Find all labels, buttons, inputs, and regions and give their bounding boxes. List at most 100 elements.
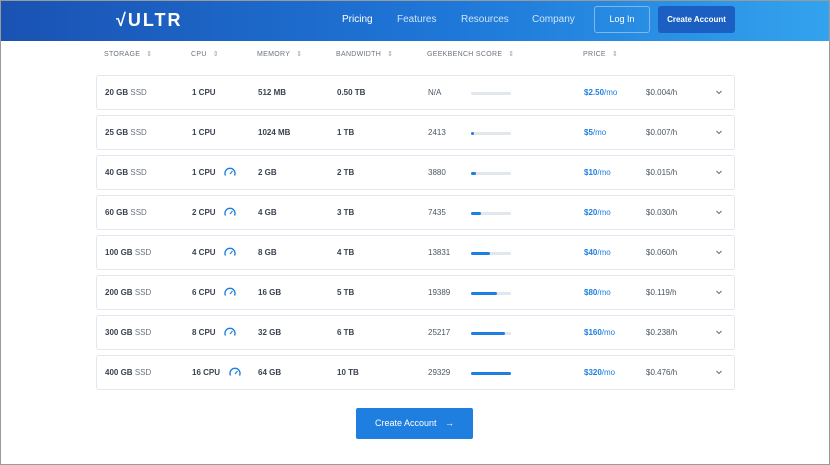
storage-cell: 20 GB SSD — [105, 76, 147, 109]
performance-gauge-icon — [224, 287, 236, 296]
price-hourly: $0.238/h — [646, 328, 678, 337]
performance-gauge-icon — [224, 327, 236, 336]
geekbench-bar-fill — [471, 252, 490, 255]
column-header-price[interactable]: PRICE ⇕ — [583, 50, 618, 58]
price-value: $5 — [584, 128, 593, 137]
performance-gauge-icon — [224, 167, 236, 176]
create-account-label: Create Account — [374, 418, 437, 428]
chevron-down-icon[interactable] — [715, 88, 723, 96]
geekbench-bar-fill — [471, 332, 506, 335]
chevron-down-icon[interactable] — [715, 288, 723, 296]
price-value: $2.50 — [584, 88, 605, 97]
price-monthly: $320/mo — [584, 356, 615, 389]
chevron-down-icon[interactable] — [715, 128, 723, 136]
performance-gauge-icon — [224, 247, 236, 256]
column-header-label: MEMORY — [257, 51, 291, 58]
price-value: $20 — [584, 208, 598, 217]
price-monthly: $80/mo — [584, 276, 611, 309]
login-button[interactable]: Log In — [594, 6, 650, 33]
plan-row[interactable]: 20 GB SSD 1 CPU 512 MB 0.50 TB N/A $2.50/mo $0… — [96, 75, 735, 110]
geekbench-bar — [471, 292, 511, 295]
plan-row[interactable]: 25 GB SSD 1 CPU 1024 MB 1 TB 2413 $5/mo $0.007… — [96, 115, 735, 150]
column-header-bandwidth[interactable]: BANDWIDTH ⇕ — [336, 50, 393, 58]
price-monthly: $40/mo — [584, 236, 611, 269]
plan-row[interactable]: 60 GB SSD 2 CPU 4 GB 3 TB 7435 $20/mo $0.030/h — [96, 195, 735, 230]
column-header-memory[interactable]: MEMORY ⇕ — [257, 50, 302, 58]
plan-row[interactable]: 100 GB SSD 4 CPU 8 GB 4 TB 13831 $40/mo $0.060… — [96, 235, 735, 270]
sort-icon: ⇕ — [611, 51, 619, 58]
price-hourly: $0.004/h — [646, 88, 678, 97]
price-hourly: $0.015/h — [646, 168, 678, 177]
geekbench-bar-fill — [471, 172, 477, 175]
cpu-value: 1 CPU — [192, 128, 216, 137]
column-header-label: PRICE — [583, 51, 606, 58]
column-header-label: GEEKBENCH SCORE — [427, 51, 503, 58]
price-monthly: $10/mo — [584, 156, 611, 189]
bandwidth-value: 6 TB — [337, 328, 355, 337]
storage-value: 20 GB — [105, 88, 129, 97]
price-monthly: $160/mo — [584, 316, 615, 349]
price-value: $80 — [584, 288, 598, 297]
column-header-cpu[interactable]: CPU ⇕ — [191, 50, 219, 58]
nav-company[interactable]: Company — [532, 0, 575, 41]
price-hourly: $0.007/h — [646, 128, 678, 137]
price-value: $40 — [584, 248, 598, 257]
plan-row[interactable]: 40 GB SSD 1 CPU 2 GB 2 TB 3880 $10/mo $0.015/h — [96, 155, 735, 190]
chevron-down-icon[interactable] — [715, 168, 723, 176]
create-account-button[interactable]: Create Account → — [356, 408, 473, 439]
column-header-label: BANDWIDTH — [336, 51, 382, 58]
storage-cell: 300 GB SSD — [105, 316, 151, 349]
sort-icon: ⇕ — [296, 51, 303, 58]
sort-icon: ⇕ — [387, 51, 394, 58]
price-unit: /mo — [604, 88, 618, 97]
storage-unit: SSD — [130, 208, 147, 217]
column-header-geekbench[interactable]: GEEKBENCH SCORE ⇕ — [427, 50, 514, 58]
window-border — [0, 0, 830, 465]
memory-value: 2 GB — [258, 168, 277, 177]
chevron-down-icon[interactable] — [715, 248, 723, 256]
bandwidth-value: 5 TB — [337, 288, 355, 297]
nav-resources[interactable]: Resources — [461, 0, 509, 41]
geekbench-score: 2413 — [428, 128, 446, 137]
cpu-value: 1 CPU — [192, 168, 216, 177]
plan-row[interactable]: 200 GB SSD 6 CPU 16 GB 5 TB 19389 $80/mo $0.11… — [96, 275, 735, 310]
price-unit: /mo — [597, 288, 611, 297]
storage-unit: SSD — [130, 168, 147, 177]
price-value: $10 — [584, 168, 598, 177]
price-hourly: $0.476/h — [646, 368, 678, 377]
nav-pricing[interactable]: Pricing — [342, 0, 373, 41]
vultr-logo[interactable]: √ULTR — [116, 10, 183, 31]
storage-unit: SSD — [134, 368, 152, 377]
geekbench-bar-fill — [471, 212, 481, 215]
top-header: √ULTR Pricing Features Resources Company… — [0, 0, 830, 41]
price-unit: /mo — [597, 208, 611, 217]
storage-cell: 25 GB SSD — [105, 116, 147, 149]
plan-row[interactable]: 400 GB SSD 16 CPU 64 GB 10 TB 29329 $320/mo $0… — [96, 355, 735, 390]
geekbench-bar — [471, 92, 511, 95]
memory-value: 4 GB — [258, 208, 277, 217]
column-header-storage[interactable]: STORAGE ⇕ — [104, 50, 152, 58]
performance-gauge-icon — [224, 207, 236, 216]
geekbench-bar — [471, 372, 511, 375]
memory-value: 32 GB — [258, 328, 282, 337]
nav-features[interactable]: Features — [397, 0, 436, 41]
memory-value: 8 GB — [258, 248, 277, 257]
storage-value: 300 GB — [105, 328, 133, 337]
geekbench-bar — [471, 132, 511, 135]
chevron-down-icon[interactable] — [715, 368, 723, 376]
geekbench-bar — [471, 172, 511, 175]
storage-cell: 400 GB SSD — [105, 356, 151, 389]
chevron-down-icon[interactable] — [715, 328, 723, 336]
bandwidth-value: 4 TB — [337, 248, 355, 257]
cpu-value: 2 CPU — [192, 208, 216, 217]
geekbench-score: 13831 — [428, 248, 451, 257]
cpu-value: 8 CPU — [192, 328, 216, 337]
geekbench-bar-fill — [471, 372, 511, 375]
plan-row[interactable]: 300 GB SSD 8 CPU 32 GB 6 TB 25217 $160/mo $0.2… — [96, 315, 735, 350]
chevron-down-icon[interactable] — [715, 208, 723, 216]
create-account-header-button[interactable]: Create Account — [658, 6, 735, 33]
price-monthly: $2.50/mo — [584, 76, 617, 109]
arrow-right-icon: → — [445, 418, 455, 428]
price-unit: /mo — [601, 328, 616, 337]
geekbench-bar — [471, 212, 511, 215]
